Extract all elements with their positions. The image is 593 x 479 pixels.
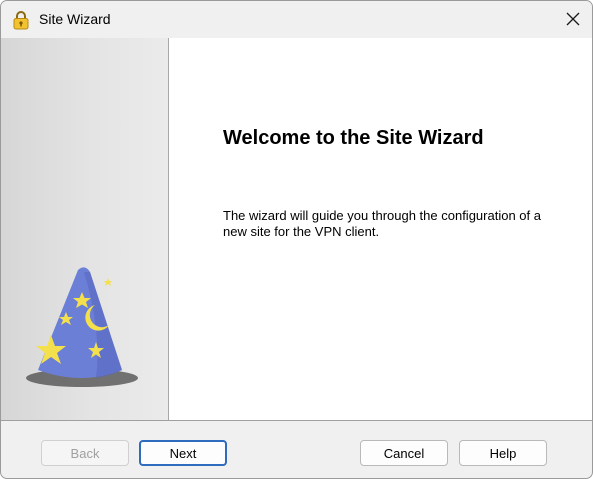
close-icon [566, 12, 580, 26]
help-button[interactable]: Help [459, 440, 547, 466]
next-button[interactable]: Next [139, 440, 227, 466]
wizard-hat-icon [26, 267, 138, 387]
back-button[interactable]: Back [41, 440, 129, 466]
page-description: The wizard will guide you through the co… [223, 208, 541, 239]
close-button[interactable] [560, 5, 586, 33]
wizard-side-panel [1, 38, 169, 420]
title-bar: Site Wizard [1, 1, 592, 38]
wizard-content-panel: Welcome to the Site Wizard The wizard wi… [169, 38, 592, 420]
padlock-icon [13, 11, 29, 30]
window-title: Site Wizard [39, 11, 111, 27]
cancel-button[interactable]: Cancel [360, 440, 448, 466]
footer-separator [1, 420, 592, 421]
site-wizard-window: Site Wizard Welcome to the Site Wizard T… [0, 0, 593, 479]
page-title: Welcome to the Site Wizard [223, 127, 484, 149]
